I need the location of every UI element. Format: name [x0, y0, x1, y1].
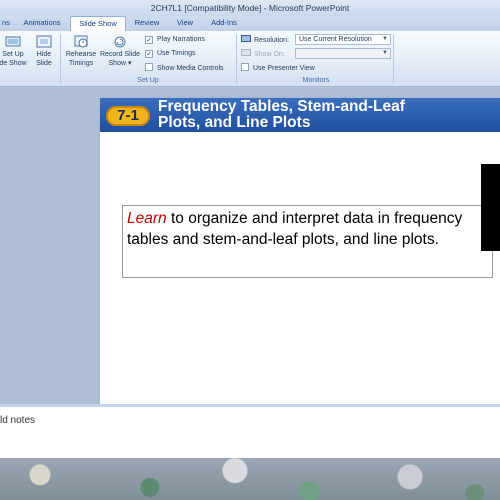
- ribbon: Set Up de Show Hide Slide Rehearse Timin…: [0, 31, 500, 87]
- tab-view[interactable]: View: [171, 16, 199, 31]
- show-on-dropdown[interactable]: ▼: [295, 48, 391, 59]
- ribbon-divider: [236, 34, 237, 84]
- objective-text: to organize and interpret data in freque…: [127, 210, 463, 248]
- use-timings-checkbox[interactable]: ✓ Use Timings: [145, 49, 196, 59]
- notes-pane[interactable]: ld notes: [0, 404, 500, 458]
- use-presenter-view-box: [241, 63, 249, 71]
- use-timings-check-icon: ✓: [145, 50, 153, 58]
- set-up-slide-show-label: Set Up de Show: [0, 51, 27, 67]
- tab-slide-show[interactable]: Slide Show: [70, 16, 126, 31]
- stopwatch-icon: [74, 35, 88, 48]
- background-photo: [0, 458, 500, 500]
- record-icon: [114, 36, 126, 48]
- tab-transitions[interactable]: ns: [0, 16, 16, 31]
- record-slide-show-button[interactable]: Record Slide Show ▾: [98, 35, 142, 68]
- objective-textbox[interactable]: Learn to organize and interpret data in …: [122, 205, 493, 278]
- chevron-down-icon: ▼: [382, 36, 388, 42]
- show-on-label: Show On:: [241, 49, 285, 59]
- projector-icon: [5, 36, 21, 47]
- use-presenter-view-checkbox[interactable]: Use Presenter View: [241, 63, 315, 73]
- set-up-slide-show-button[interactable]: Set Up de Show: [0, 35, 32, 68]
- chevron-down-icon: ▼: [382, 50, 388, 56]
- slide-canvas[interactable]: 7-1 Frequency Tables, Stem-and-Leaf Plot…: [100, 98, 500, 410]
- window-title: 2CH7L1 [Compatibility Mode] - Microsoft …: [0, 0, 500, 16]
- ribbon-tabs: ns Animations Slide Show Review View Add…: [0, 16, 500, 31]
- ribbon-divider: [393, 34, 394, 84]
- lesson-badge: 7-1: [106, 106, 150, 126]
- video-overlay: [481, 164, 500, 251]
- slide-title-line-2: Plots, and Line Plots: [158, 114, 311, 131]
- hide-slide-label: Hide Slide: [36, 51, 52, 67]
- hide-slide-button[interactable]: Hide Slide: [32, 35, 56, 68]
- hide-slide-icon: [36, 35, 52, 48]
- slide-title-line-1: Frequency Tables, Stem-and-Leaf: [158, 98, 405, 115]
- rehearse-timings-button[interactable]: Rehearse Timings: [63, 35, 99, 68]
- resolution-label: Resolution:: [241, 35, 289, 45]
- monitors-group-label: Monitors: [302, 77, 330, 84]
- tab-add-ins[interactable]: Add-Ins: [205, 16, 243, 31]
- slide-title[interactable]: Frequency Tables, Stem-and-Leaf Plots, a…: [158, 99, 500, 131]
- show-media-controls-checkbox[interactable]: Show Media Controls: [145, 63, 224, 73]
- objective-keyword: Learn: [127, 210, 167, 227]
- play-narrations-checkbox[interactable]: ✓ Play Narrations: [145, 35, 205, 45]
- record-slide-show-label: Record Slide Show ▾: [99, 51, 141, 67]
- rehearse-timings-label: Rehearse Timings: [65, 51, 97, 67]
- monitor-icon: [241, 35, 251, 42]
- slide-editing-area[interactable]: 7-1 Frequency Tables, Stem-and-Leaf Plot…: [0, 88, 500, 410]
- tab-animations[interactable]: Animations: [20, 16, 64, 31]
- notes-placeholder: ld notes: [0, 415, 36, 426]
- tab-review[interactable]: Review: [131, 16, 163, 31]
- play-narrations-check-icon: ✓: [145, 36, 153, 44]
- show-media-controls-box: [145, 63, 153, 71]
- monitor-icon: [241, 49, 251, 56]
- resolution-dropdown[interactable]: Use Current Resolution ▼: [295, 34, 391, 45]
- set-up-group-label: Set Up: [137, 77, 159, 84]
